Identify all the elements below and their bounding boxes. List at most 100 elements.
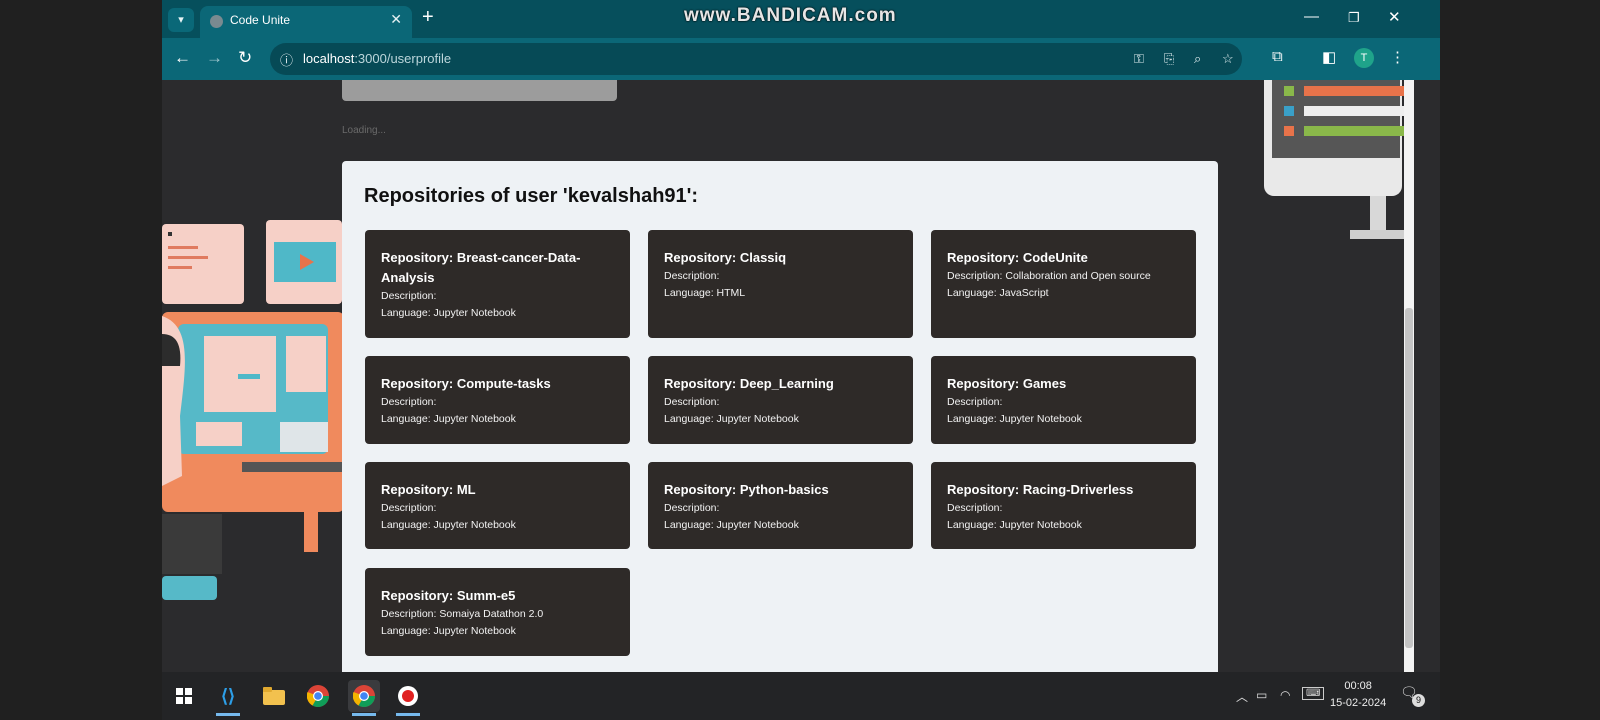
repo-description: Description:	[381, 290, 437, 302]
windows-start-icon[interactable]	[168, 680, 200, 712]
system-clock[interactable]: 00:08 15-02-2024	[1330, 678, 1386, 712]
keyboard-icon[interactable]: ⌨	[1302, 687, 1325, 700]
repo-description: Description:	[664, 270, 720, 282]
screen-border-right	[1440, 0, 1600, 720]
repo-card[interactable]: Repository: Deep_Learning Description: L…	[648, 356, 913, 444]
code-line	[168, 246, 198, 249]
url-path: :3000/userprofile	[354, 51, 452, 66]
reload-icon[interactable]: ↻	[238, 48, 252, 68]
key-icon[interactable]: ⚿	[1134, 51, 1144, 67]
repo-language: Language: Jupyter Notebook	[381, 519, 516, 531]
repo-description: Description:	[664, 396, 720, 408]
install-app-icon[interactable]: ⎘	[1164, 51, 1174, 67]
folder-icon	[263, 687, 285, 705]
new-tab-button[interactable]: +	[422, 6, 434, 29]
monitor-screen	[1272, 80, 1404, 158]
scrollbar-thumb[interactable]	[1405, 308, 1413, 648]
chrome-logo-icon	[306, 685, 329, 707]
minimize-button[interactable]: —	[1304, 8, 1319, 25]
desk-top	[242, 462, 342, 472]
bar-green	[1304, 126, 1404, 136]
repo-language: Language: JavaScript	[947, 287, 1049, 299]
repositories-panel: Repositories of user 'kevalshah91': Repo…	[342, 161, 1218, 672]
repo-card[interactable]: Repository: ML Description: Language: Ju…	[365, 462, 630, 549]
bullet-blue	[1284, 106, 1294, 116]
repo-description: Description:	[947, 502, 1003, 514]
bullet-orange	[1284, 126, 1294, 136]
repo-language: Language: Jupyter Notebook	[664, 519, 799, 531]
repo-card[interactable]: Repository: Summ-e5 Description: Somaiya…	[365, 568, 630, 656]
repo-card[interactable]: Repository: Python-basics Description: L…	[648, 462, 913, 549]
profile-avatar[interactable]: T	[1354, 48, 1374, 68]
page-scrollbar[interactable]	[1404, 80, 1414, 672]
show-hidden-icons-chevron-icon[interactable]: ︿	[1236, 688, 1248, 705]
tab-strip: ▾ Code Unite ✕ + www.BANDICAM.com — ❐ ✕	[162, 0, 1440, 38]
repo-card[interactable]: Repository: Games Description: Language:…	[931, 356, 1196, 444]
repo-name: Repository: Breast-cancer-Data-Analysis	[381, 250, 581, 285]
code-window-shape	[162, 224, 244, 304]
code-dot	[168, 232, 172, 236]
chrome-logo-icon	[352, 685, 375, 707]
globe-icon	[210, 15, 223, 28]
profile-card-bottom	[342, 80, 617, 101]
repo-card[interactable]: Repository: CodeUnite Description: Colla…	[931, 230, 1196, 338]
side-panel-icon[interactable]: ◧	[1322, 48, 1336, 66]
url-text[interactable]: localhost:3000/userprofile	[303, 51, 451, 66]
menu-kebab-icon[interactable]: ⋮	[1390, 48, 1405, 66]
repo-description: Description: Collaboration and Open sour…	[947, 270, 1151, 282]
zoom-icon[interactable]: ⌕	[1194, 51, 1201, 67]
text-block	[280, 422, 328, 452]
record-icon	[398, 686, 418, 706]
tab-title: Code Unite	[230, 13, 291, 27]
repo-card[interactable]: Repository: Breast-cancer-Data-Analysis …	[365, 230, 630, 338]
wifi-icon[interactable]: ◠	[1280, 688, 1290, 702]
repo-name: Repository: Compute-tasks	[381, 376, 551, 391]
repo-language: Language: Jupyter Notebook	[381, 625, 516, 637]
bar-orange	[1304, 86, 1404, 96]
monitor-panel	[286, 336, 326, 392]
close-tab-icon[interactable]: ✕	[390, 11, 402, 28]
bookmark-star-icon[interactable]: ☆	[1222, 51, 1234, 67]
code-line	[168, 256, 208, 259]
monitor-stand	[1370, 196, 1386, 232]
vscode-icon[interactable]: ⟨⟩	[212, 680, 244, 716]
repo-card[interactable]: Repository: Racing-Driverless Descriptio…	[931, 462, 1196, 549]
repo-language: Language: Jupyter Notebook	[947, 413, 1082, 425]
address-bar[interactable]: ⓘ localhost:3000/userprofile ⚿ ⎘ ⌕ ☆	[270, 43, 1242, 75]
tab-code-unite[interactable]: Code Unite ✕	[200, 6, 412, 38]
extensions-icon[interactable]: ⧉	[1272, 48, 1283, 65]
monitor-illustration	[1264, 80, 1404, 196]
file-explorer-icon[interactable]	[258, 680, 290, 712]
back-arrow-icon[interactable]: ←	[174, 48, 191, 68]
notification-count-badge: 9	[1412, 694, 1425, 707]
site-info-icon[interactable]: ⓘ	[280, 50, 293, 69]
close-window-button[interactable]: ✕	[1388, 8, 1401, 26]
bandicam-watermark: www.BANDICAM.com	[684, 5, 897, 26]
foot-shape	[162, 576, 217, 600]
tab-search-button[interactable]: ▾	[168, 8, 194, 32]
repo-card[interactable]: Repository: Classiq Description: Languag…	[648, 230, 913, 338]
panel-line	[238, 374, 260, 379]
chrome-icon[interactable]	[302, 680, 334, 712]
restore-button[interactable]: ❐	[1348, 10, 1360, 26]
battery-icon[interactable]: ▭	[1256, 688, 1267, 702]
chair-shape	[162, 514, 222, 574]
bandicam-record-icon[interactable]	[392, 680, 424, 716]
repo-description: Description:	[947, 396, 1003, 408]
chevron-down-icon: ▾	[178, 14, 184, 26]
repo-description: Description:	[381, 396, 437, 408]
chrome-profile-window-icon[interactable]	[348, 680, 380, 716]
repo-language: Language: Jupyter Notebook	[947, 519, 1082, 531]
desk-leg	[304, 472, 318, 552]
repo-name: Repository: Classiq	[664, 250, 787, 265]
forward-arrow-icon[interactable]: →	[206, 48, 223, 68]
clock-date: 15-02-2024	[1330, 697, 1387, 709]
windows-taskbar: ⟨⟩ ︿ ▭ ◠ ⌨ 00:08 15-02-2024 🗨 9	[162, 672, 1440, 720]
repo-name: Repository: Racing-Driverless	[947, 482, 1134, 497]
repo-language: Language: Jupyter Notebook	[381, 413, 516, 425]
monitor-base	[1350, 230, 1404, 239]
repo-name: Repository: Python-basics	[664, 482, 829, 497]
screen-border-left	[0, 0, 162, 720]
repo-card[interactable]: Repository: Compute-tasks Description: L…	[365, 356, 630, 444]
url-host: localhost	[303, 51, 355, 66]
